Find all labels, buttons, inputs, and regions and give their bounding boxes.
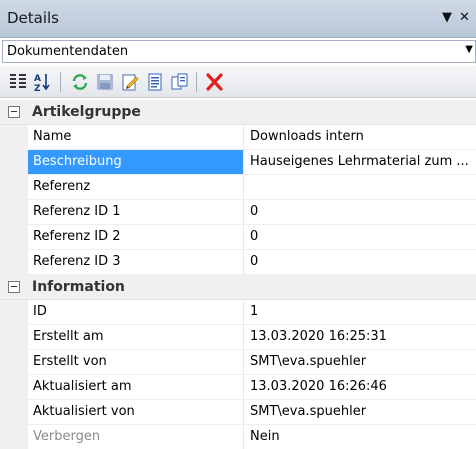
row-margin	[0, 125, 28, 150]
row-margin	[0, 200, 28, 225]
row-margin	[0, 350, 28, 375]
property-name[interactable]: Referenz	[28, 175, 244, 200]
svg-text:Z: Z	[34, 84, 41, 92]
panel-menu-icon[interactable]: ▼	[442, 10, 452, 25]
property-value[interactable]: 0	[244, 200, 476, 225]
row-margin	[0, 225, 28, 250]
property-value[interactable]	[244, 175, 476, 200]
property-row[interactable]: Erstellt am 13.03.2020 16:25:31	[0, 325, 476, 350]
property-name[interactable]: Erstellt von	[28, 350, 244, 375]
panel-titlebar: Details ▼ ✕	[0, 0, 476, 38]
property-toolbar: A Z	[0, 66, 476, 98]
svg-text:A: A	[34, 74, 41, 84]
toolbar-separator	[196, 72, 197, 92]
property-name[interactable]: Verbergen	[28, 425, 244, 449]
save-icon[interactable]	[94, 71, 116, 93]
row-margin	[0, 375, 28, 400]
property-row[interactable]: Referenz	[0, 175, 476, 200]
property-name[interactable]: Referenz ID 3	[28, 250, 244, 275]
category-label: Artikelgruppe	[32, 104, 141, 120]
category-information[interactable]: Information	[0, 275, 476, 300]
property-row-selected[interactable]: Beschreibung Hauseigenes Lehrmaterial zu…	[0, 150, 476, 175]
object-selector-dropdown[interactable]: Dokumentendaten ▼	[2, 40, 476, 63]
property-name[interactable]: Aktualisiert am	[28, 375, 244, 400]
property-value[interactable]: 0	[244, 225, 476, 250]
property-name[interactable]: Beschreibung	[28, 150, 244, 175]
row-margin	[0, 400, 28, 425]
categorized-view-icon[interactable]	[7, 71, 29, 93]
property-name[interactable]: Erstellt am	[28, 325, 244, 350]
property-value[interactable]: Nein	[244, 425, 476, 449]
category-artikelgruppe[interactable]: Artikelgruppe	[0, 100, 476, 125]
property-value[interactable]: 0	[244, 250, 476, 275]
toolbar-separator	[60, 72, 61, 92]
sort-alphabetical-icon[interactable]: A Z	[31, 71, 53, 93]
panel-title: Details	[7, 9, 60, 27]
property-row[interactable]: Referenz ID 1 0	[0, 200, 476, 225]
property-value[interactable]: SMT\eva.spuehler	[244, 350, 476, 375]
property-row-readonly[interactable]: Verbergen Nein	[0, 425, 476, 449]
refresh-icon[interactable]	[69, 71, 91, 93]
row-margin	[0, 425, 28, 449]
property-value[interactable]: Downloads intern	[244, 125, 476, 150]
chevron-down-icon[interactable]: ▼	[465, 44, 473, 55]
property-row[interactable]: ID 1	[0, 300, 476, 325]
property-value[interactable]: SMT\eva.spuehler	[244, 400, 476, 425]
property-name[interactable]: Aktualisiert von	[28, 400, 244, 425]
category-label: Information	[32, 279, 125, 295]
edit-icon[interactable]	[119, 71, 141, 93]
property-row[interactable]: Aktualisiert am 13.03.2020 16:26:46	[0, 375, 476, 400]
collapse-icon[interactable]	[8, 106, 20, 118]
property-value[interactable]: 1	[244, 300, 476, 325]
property-value[interactable]: Hauseigenes Lehrmaterial zum ...	[244, 150, 476, 175]
close-icon[interactable]: ✕	[459, 10, 470, 25]
property-name[interactable]: Referenz ID 1	[28, 200, 244, 225]
property-name[interactable]: Referenz ID 2	[28, 225, 244, 250]
property-row[interactable]: Name Downloads intern	[0, 125, 476, 150]
property-name[interactable]: ID	[28, 300, 244, 325]
collapse-icon[interactable]	[8, 281, 20, 293]
property-value[interactable]: 13.03.2020 16:25:31	[244, 325, 476, 350]
property-value[interactable]: 13.03.2020 16:26:46	[244, 375, 476, 400]
property-row[interactable]: Erstellt von SMT\eva.spuehler	[0, 350, 476, 375]
row-margin	[0, 300, 28, 325]
property-row[interactable]: Referenz ID 2 0	[0, 225, 476, 250]
document-icon[interactable]	[144, 71, 166, 93]
property-row[interactable]: Referenz ID 3 0	[0, 250, 476, 275]
copy-icon[interactable]	[169, 71, 191, 93]
row-margin	[0, 150, 28, 175]
property-row[interactable]: Aktualisiert von SMT\eva.spuehler	[0, 400, 476, 425]
row-margin	[0, 175, 28, 200]
property-name[interactable]: Name	[28, 125, 244, 150]
object-selector-value: Dokumentendaten	[7, 44, 129, 59]
row-margin	[0, 250, 28, 275]
row-margin	[0, 325, 28, 350]
delete-icon[interactable]	[203, 71, 225, 93]
